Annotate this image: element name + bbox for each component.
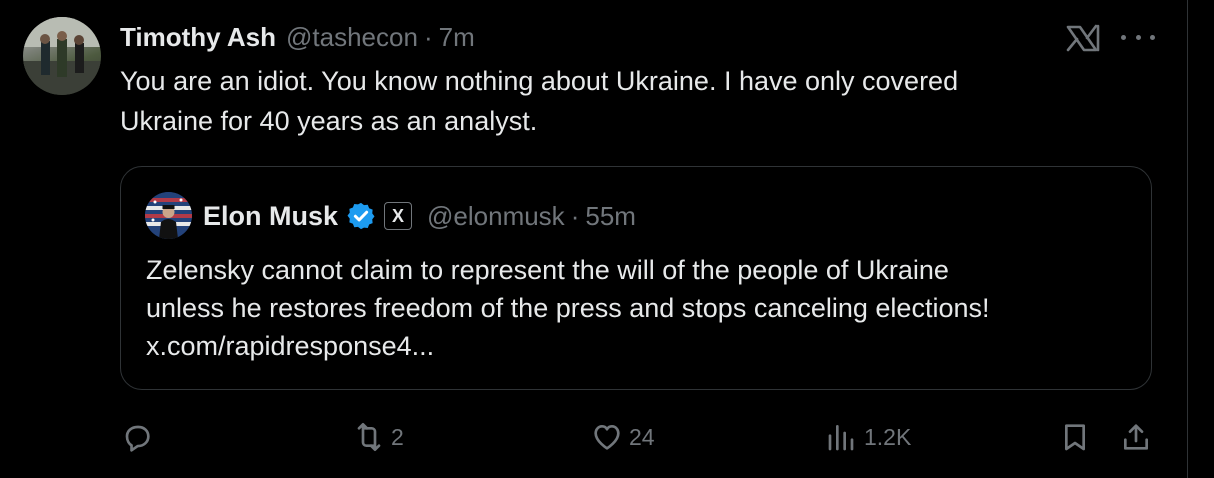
- action-bar: 2 24 1.2K: [0, 417, 1214, 457]
- quoted-tweet-time[interactable]: 55m: [585, 201, 636, 232]
- quoted-tweet-card[interactable]: Elon Musk X @elonmusk · 55m Zelensky can…: [120, 166, 1152, 390]
- reply-button[interactable]: [121, 417, 159, 457]
- views-count: 1.2K: [864, 423, 912, 450]
- tweet-text-line: Ukraine for 40 years as an analyst.: [120, 106, 538, 136]
- affiliate-x-badge[interactable]: X: [384, 202, 413, 230]
- share-button[interactable]: [1120, 417, 1152, 457]
- avatar[interactable]: [23, 17, 101, 95]
- retweet-icon: [357, 423, 381, 451]
- views-button[interactable]: 1.2K: [826, 417, 911, 457]
- quoted-link[interactable]: x.com/rapidresponse4...: [146, 327, 1136, 365]
- quoted-text-line: unless he restores freedom of the press …: [146, 293, 990, 323]
- reply-icon: [125, 425, 150, 452]
- separator-dot: ·: [570, 200, 580, 231]
- verified-icon: [347, 202, 375, 230]
- bookmark-button[interactable]: [1059, 417, 1091, 457]
- quoted-author-name[interactable]: Elon Musk: [203, 201, 338, 232]
- retweet-button[interactable]: 2: [353, 417, 404, 457]
- tweet-header: Timothy Ash @tashecon · 7m: [120, 22, 475, 54]
- tweet-text-line: You are an idiot. You know nothing about…: [120, 66, 959, 96]
- quoted-avatar[interactable]: [145, 192, 192, 239]
- quoted-text-line: Zelensky cannot claim to represent the w…: [146, 255, 949, 285]
- quoted-tweet-text: Zelensky cannot claim to represent the w…: [146, 251, 1136, 365]
- views-icon: [828, 425, 854, 451]
- quoted-tweet-header: Elon Musk X @elonmusk · 55m: [203, 200, 636, 232]
- author-handle[interactable]: @tashecon: [286, 22, 418, 53]
- separator-dot: ·: [423, 22, 433, 52]
- heart-icon: [594, 425, 620, 450]
- grok-icon[interactable]: [1065, 22, 1101, 54]
- like-button[interactable]: 24: [591, 417, 655, 457]
- tweet-text: You are an idiot. You know nothing about…: [120, 61, 1160, 141]
- like-count: 24: [629, 423, 655, 450]
- author-name[interactable]: Timothy Ash: [120, 22, 276, 53]
- retweet-count: 2: [391, 423, 404, 450]
- share-icon: [1124, 424, 1148, 450]
- quoted-author-handle[interactable]: @elonmusk: [427, 201, 565, 232]
- more-icon[interactable]: [1121, 27, 1155, 47]
- column-divider: [1187, 0, 1188, 478]
- tweet-time[interactable]: 7m: [439, 22, 475, 53]
- bookmark-icon: [1065, 424, 1085, 451]
